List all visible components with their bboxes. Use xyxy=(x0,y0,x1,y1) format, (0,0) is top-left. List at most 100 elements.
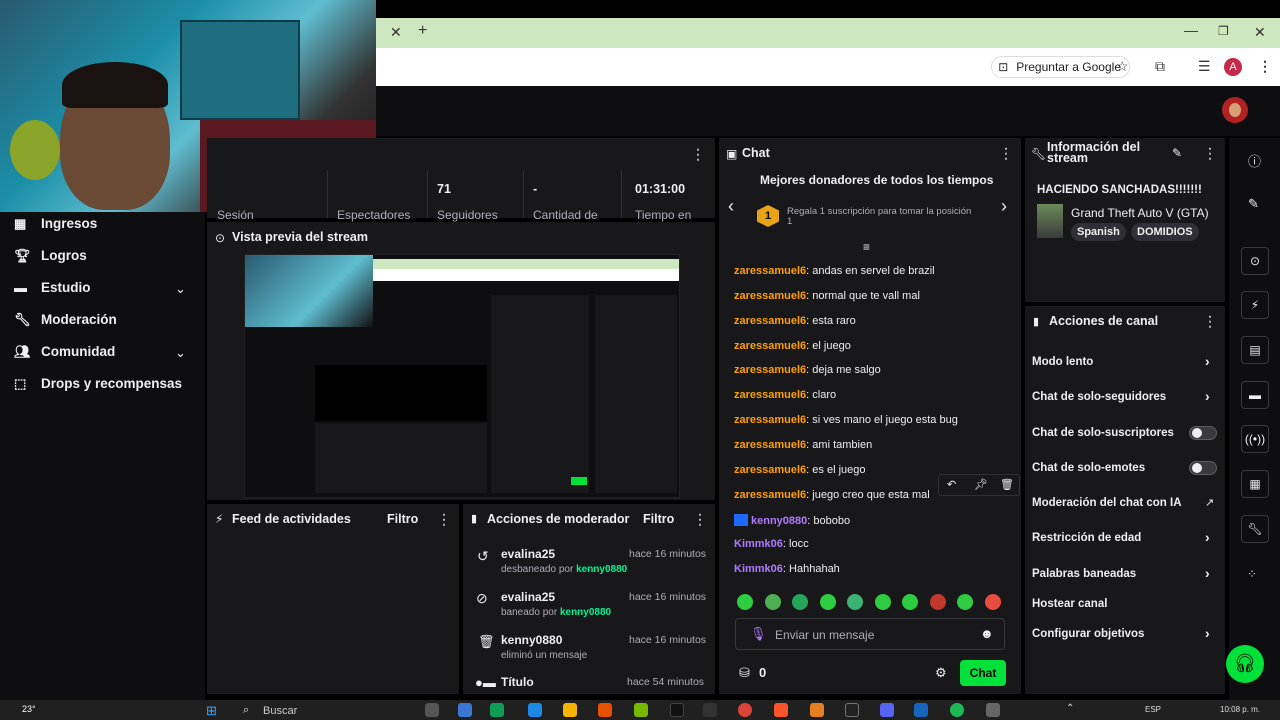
chat-username[interactable]: zaressamuel6 xyxy=(734,464,806,476)
close-window-icon[interactable]: ✕ xyxy=(1254,24,1266,41)
wrench-icon[interactable]: 🔧︎ xyxy=(1241,515,1269,543)
chat-message[interactable]: zaressamuel6: andas en servel de brazil xyxy=(734,265,935,277)
add-widget-icon[interactable]: ⁘ xyxy=(1247,567,1257,581)
chat-username[interactable]: zaressamuel6 xyxy=(734,265,806,277)
close-tab-icon[interactable]: ✕ xyxy=(390,24,402,41)
chat-username[interactable]: zaressamuel6 xyxy=(734,364,806,376)
chat-message[interactable]: zaressamuel6: ami tambien xyxy=(734,439,872,451)
browser-menu-icon[interactable]: ⋮ xyxy=(1258,58,1272,75)
reading-list-icon[interactable]: ☰ xyxy=(1198,58,1211,75)
points-icon[interactable]: ⛁ xyxy=(739,665,750,681)
layout-icon[interactable]: ▦ xyxy=(1241,470,1269,498)
settings-icon[interactable] xyxy=(986,703,1000,717)
emote-icon[interactable] xyxy=(930,594,946,610)
emote-icon[interactable] xyxy=(902,594,918,610)
epic-games-icon[interactable] xyxy=(845,703,859,717)
weather-temp[interactable]: 23° xyxy=(22,704,36,714)
chevron-right-icon[interactable]: › xyxy=(1205,565,1210,581)
chat-username[interactable]: zaressamuel6 xyxy=(734,340,806,352)
sidebar-item-moderacion[interactable]: 🔧︎ Moderación xyxy=(14,312,117,328)
chat-username[interactable]: zaressamuel6 xyxy=(734,414,806,426)
new-tab-icon[interactable]: + xyxy=(418,22,427,40)
chat-message[interactable]: Kimmk06: Hahhahah xyxy=(734,563,840,575)
spotify-icon[interactable] xyxy=(950,703,964,717)
emote-icon[interactable] xyxy=(847,594,863,610)
chat-username[interactable]: zaressamuel6 xyxy=(734,290,806,302)
chevron-down-icon[interactable]: ⌄ xyxy=(175,281,186,297)
emote-icon[interactable] xyxy=(875,594,891,610)
nvidia-icon[interactable] xyxy=(634,703,648,717)
stream-info-menu-icon[interactable]: ⋮ xyxy=(1203,145,1217,162)
star-icon[interactable]: ☆ xyxy=(1116,58,1129,75)
chevron-right-icon[interactable]: › xyxy=(1205,353,1210,369)
chat-message[interactable]: zaressamuel6: juego creo que esta mal xyxy=(734,489,930,501)
info-icon[interactable]: ⓘ xyxy=(1248,151,1261,170)
windows-start-icon[interactable]: ⊞ xyxy=(206,703,217,719)
minimize-icon[interactable]: — xyxy=(1184,22,1198,38)
chevron-up-icon[interactable]: ⌃ xyxy=(1066,703,1074,714)
notes-icon[interactable]: ▤ xyxy=(1241,336,1269,364)
chat-username[interactable]: zaressamuel6 xyxy=(734,389,806,401)
chat-menu-icon[interactable]: ⋮ xyxy=(999,145,1013,162)
tag-chip[interactable]: DOMIDIOS xyxy=(1131,223,1199,241)
profile-avatar[interactable]: A xyxy=(1224,58,1242,76)
mic-icon[interactable]: 🎙︎ xyxy=(750,626,767,642)
host-channel-item[interactable]: Hostear canal xyxy=(1032,598,1107,610)
emote-icon[interactable] xyxy=(820,594,836,610)
chat-message[interactable]: Kimmk06: locc xyxy=(734,538,809,550)
collapse-icon[interactable]: ≡ xyxy=(863,240,870,254)
app-icon[interactable] xyxy=(914,703,928,717)
channel-actions-menu-icon[interactable]: ⋮ xyxy=(1203,313,1217,330)
chat-message[interactable]: zaressamuel6: es el juego xyxy=(734,464,866,476)
chevron-right-icon[interactable]: › xyxy=(1205,388,1210,404)
emote-picker-icon[interactable]: ☻ xyxy=(980,626,994,641)
chat-message[interactable]: zaressamuel6: si ves mano el juego esta … xyxy=(734,414,958,426)
emote-icon[interactable] xyxy=(792,594,808,610)
banned-words-item[interactable]: Palabras baneadas xyxy=(1032,568,1136,580)
maximize-icon[interactable]: ❐ xyxy=(1218,24,1229,38)
subscribers-only-toggle[interactable] xyxy=(1189,426,1217,440)
chevron-down-icon[interactable]: ⌄ xyxy=(175,345,186,361)
mod-menu-icon[interactable]: ⋮ xyxy=(693,511,707,528)
emote-icon[interactable] xyxy=(957,594,973,610)
app-icon[interactable] xyxy=(490,703,504,717)
chevron-right-icon[interactable]: › xyxy=(1205,529,1210,545)
app-icon[interactable] xyxy=(598,703,612,717)
chevron-right-icon[interactable]: › xyxy=(1205,625,1210,641)
chevron-right-icon[interactable]: › xyxy=(1001,196,1007,217)
discord-icon[interactable] xyxy=(880,703,894,717)
set-goals-item[interactable]: Configurar objetivos xyxy=(1032,628,1144,640)
stream-preview-video[interactable] xyxy=(244,254,680,498)
app-icon[interactable] xyxy=(810,703,824,717)
pencil-icon[interactable]: ✎ xyxy=(1248,196,1259,212)
send-chat-button[interactable]: Chat xyxy=(960,660,1006,686)
chat-icon[interactable]: ▬ xyxy=(1241,381,1269,409)
taskbar-search[interactable]: Buscar xyxy=(263,705,297,717)
ask-google-button[interactable]: ⊡ Preguntar a Google xyxy=(991,56,1130,78)
sidebar-item-estudio[interactable]: ▬ Estudio xyxy=(14,280,91,295)
chevron-left-icon[interactable]: ‹ xyxy=(728,196,734,217)
delete-icon[interactable]: 🗑︎ xyxy=(1000,478,1014,491)
clock[interactable]: 10:08 p. m. xyxy=(1220,705,1260,714)
emote-icon[interactable] xyxy=(737,594,753,610)
clip-icon[interactable]: ⊙ xyxy=(1241,247,1269,275)
user-avatar[interactable] xyxy=(1222,97,1248,123)
brave-icon[interactable] xyxy=(774,703,788,717)
sidebar-item-ingresos[interactable]: ▦ Ingresos xyxy=(14,216,97,232)
chat-input[interactable]: 🎙︎ Enviar un mensaje ☻ xyxy=(735,618,1005,650)
chrome-icon[interactable] xyxy=(738,703,752,717)
tag-chip[interactable]: Spanish xyxy=(1071,223,1126,241)
lightning-icon[interactable]: ⚡︎ xyxy=(1241,291,1269,319)
activity-filter-button[interactable]: Filtro xyxy=(387,512,418,526)
sidebar-item-logros[interactable]: 🏆︎ Logros xyxy=(14,248,87,264)
emote-only-toggle[interactable] xyxy=(1189,461,1217,475)
stats-menu-icon[interactable]: ⋮ xyxy=(691,146,705,163)
edit-icon[interactable]: ✎ xyxy=(1172,146,1182,160)
chat-username[interactable]: kenny0880 xyxy=(751,515,807,527)
address-bar[interactable] xyxy=(376,48,1280,86)
emote-icon[interactable] xyxy=(985,594,1001,610)
app-icon[interactable] xyxy=(458,703,472,717)
ai-moderation-item[interactable]: Moderación del chat con IA xyxy=(1032,497,1182,509)
chat-message[interactable]: kenny0880: bobobo xyxy=(734,513,850,527)
slow-mode-item[interactable]: Modo lento xyxy=(1032,356,1093,368)
